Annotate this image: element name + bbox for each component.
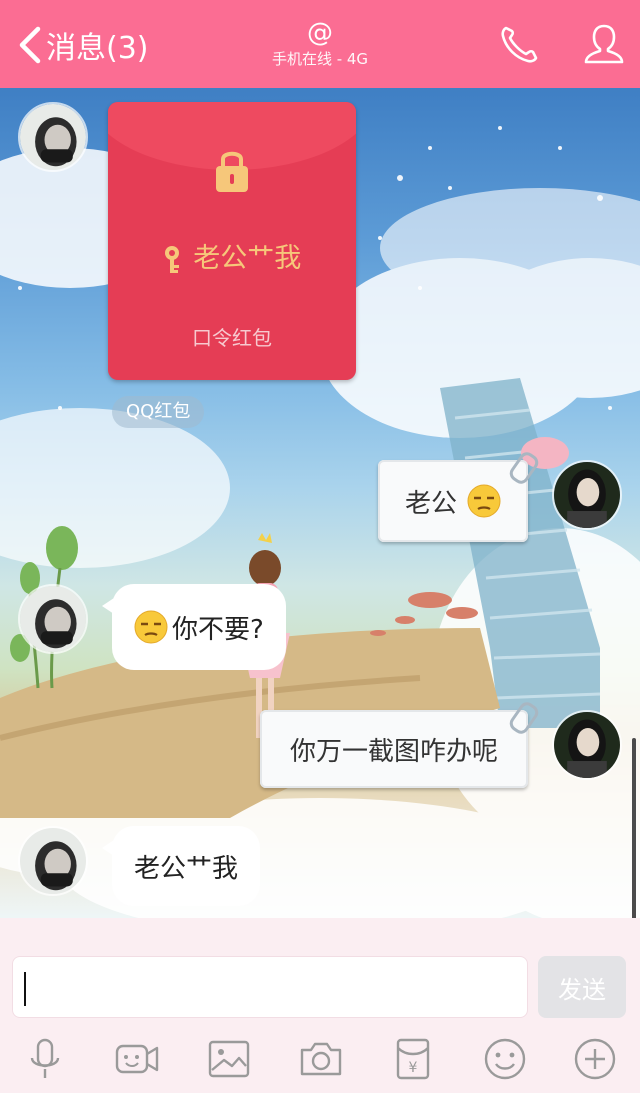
message-text: 你不要?: [172, 614, 264, 645]
chevron-left-icon: [19, 26, 41, 64]
chat-title: @: [307, 18, 333, 48]
chat-title-block[interactable]: @ 手机在线 - 4G: [200, 18, 440, 70]
packet-label: 口令红包: [192, 326, 272, 350]
unamused-emoji-icon: [467, 484, 501, 518]
person-icon[interactable]: [580, 20, 628, 68]
scrollbar[interactable]: [632, 738, 636, 918]
message-bubble-out[interactable]: 你万一截图咋办呢: [260, 710, 528, 788]
message-text: 老公: [404, 488, 457, 519]
avatar[interactable]: [18, 826, 88, 896]
message-bubble-in[interactable]: 你不要?: [102, 584, 286, 670]
packet-code-text: 老公艹我: [193, 243, 302, 274]
message-text: 你万一截图咋办呢: [289, 736, 498, 767]
image-icon[interactable]: [206, 1036, 252, 1082]
microphone-icon[interactable]: [22, 1036, 68, 1082]
input-bar: 发送 ¥: [0, 918, 640, 1093]
send-button[interactable]: 发送: [538, 956, 626, 1018]
avatar[interactable]: [552, 710, 622, 780]
emoji-icon[interactable]: [482, 1036, 528, 1082]
svg-text:¥: ¥: [409, 1060, 418, 1076]
message-bubble-in[interactable]: 老公艹我: [101, 826, 261, 906]
phone-icon[interactable]: [496, 20, 544, 68]
chat-area[interactable]: 老公艹我 口令红包 QQ红包 老公 你不要? 你万一截图咋办呢 老公艹我: [0, 88, 640, 918]
unamused-emoji-icon: [134, 610, 168, 644]
chat-header: 消息(3) @ 手机在线 - 4G: [0, 0, 640, 88]
camera-icon[interactable]: [298, 1036, 344, 1082]
avatar[interactable]: [18, 584, 88, 654]
packet-code: 老公艹我: [108, 236, 356, 275]
key-icon: [164, 245, 179, 273]
avatar[interactable]: [552, 460, 622, 530]
qq-red-packet-tag: QQ红包: [112, 396, 205, 428]
red-packet-icon[interactable]: ¥: [390, 1036, 436, 1082]
lock-icon: [216, 151, 248, 192]
avatar[interactable]: [18, 102, 88, 172]
text-cursor: [24, 972, 26, 1006]
video-icon[interactable]: [114, 1036, 160, 1082]
online-status: 手机在线 - 4G: [271, 50, 369, 68]
message-input[interactable]: [12, 956, 528, 1018]
back-button[interactable]: 消息(3): [16, 22, 149, 68]
message-bubble-out[interactable]: 老公: [378, 460, 528, 542]
message-text: 老公艹我: [134, 853, 239, 884]
back-label: 消息(3): [46, 31, 149, 66]
red-packet[interactable]: 老公艹我 口令红包: [108, 102, 356, 380]
plus-icon[interactable]: [572, 1036, 618, 1082]
